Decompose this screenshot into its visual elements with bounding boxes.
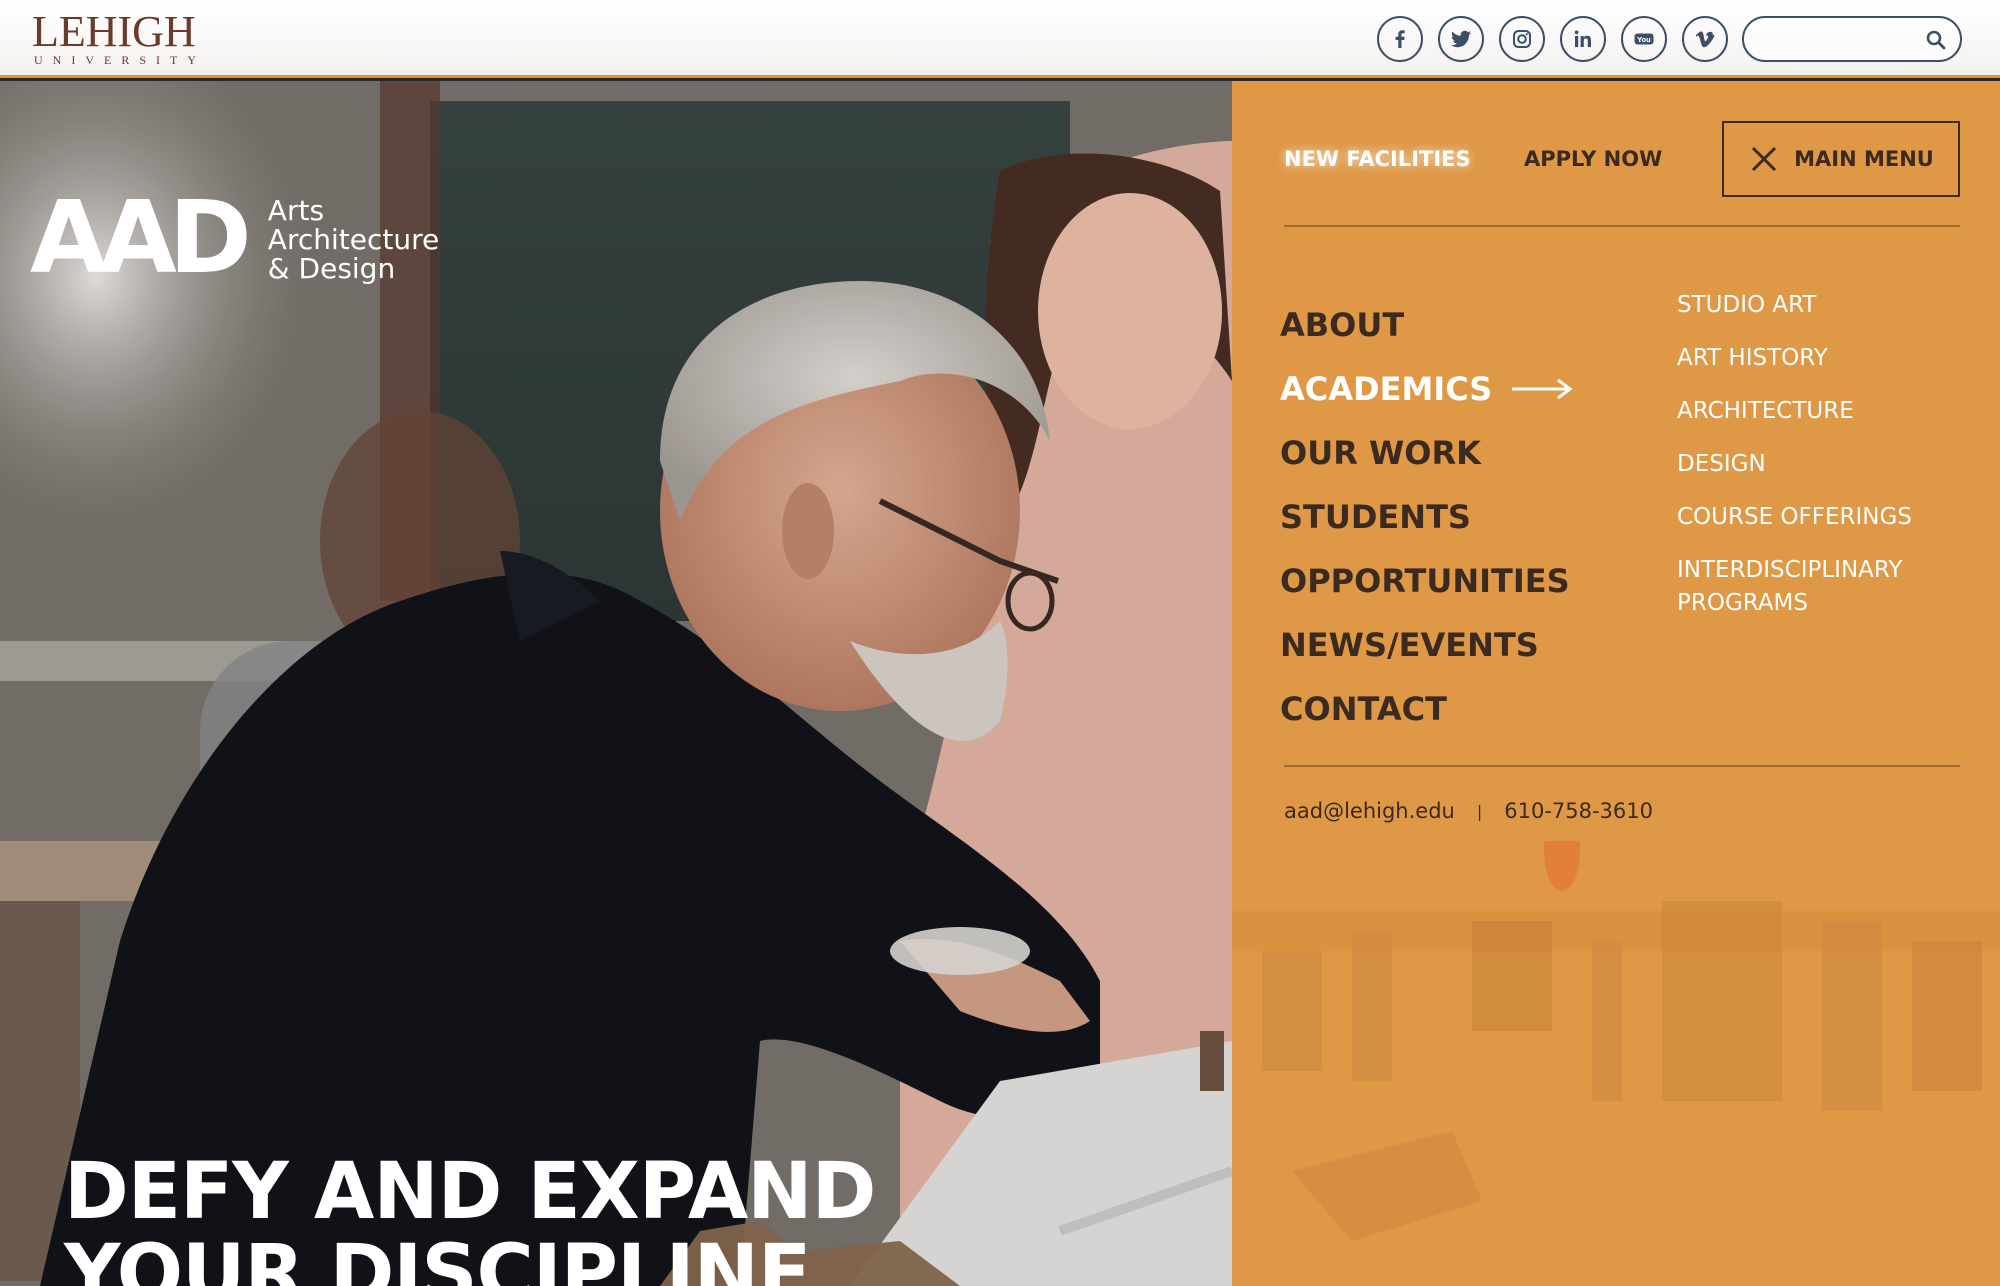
nav-item-news-events[interactable]: NEWS/EVENTS <box>1280 613 1574 677</box>
linkedin-icon[interactable] <box>1560 16 1606 62</box>
menu-divider-bottom <box>1284 765 1960 767</box>
hero-headline-line-2: YOUR DISCIPLINE <box>64 1229 811 1286</box>
vimeo-icon[interactable] <box>1682 16 1728 62</box>
youtube-icon[interactable]: You <box>1621 16 1667 62</box>
facebook-icon[interactable] <box>1377 16 1423 62</box>
hero-image: AAD Arts Architecture & Design DEFY AND … <box>0 81 1232 1286</box>
aad-logo-text: Arts Architecture & Design <box>268 196 439 283</box>
subnav-item-art-history[interactable]: ART HISTORY <box>1677 342 1977 375</box>
contact-phone-link[interactable]: 610-758-3610 <box>1504 799 1653 823</box>
primary-nav: ABOUT ACADEMICS OUR WORK STUDENTS OPPORT… <box>1280 293 1574 741</box>
svg-text:You: You <box>1636 36 1651 44</box>
contact-separator: | <box>1476 801 1483 821</box>
lehigh-university-logo[interactable]: LEHIGH UNIVERSITY <box>32 7 206 67</box>
nav-item-about[interactable]: ABOUT <box>1280 293 1574 357</box>
subnav-item-course-offerings[interactable]: COURSE OFFERINGS <box>1677 501 1977 534</box>
menu-divider-top <box>1284 225 1960 227</box>
hero-headline-line-1: DEFY AND EXPAND <box>64 1147 876 1237</box>
twitter-icon[interactable] <box>1438 16 1484 62</box>
contact-email-link[interactable]: aad@lehigh.edu <box>1284 799 1455 823</box>
academics-submenu: STUDIO ART ART HISTORY ARCHITECTURE DESI… <box>1677 289 1977 640</box>
search-input[interactable] <box>1760 26 1910 52</box>
aad-logo-line-arts: Arts <box>267 194 325 227</box>
subnav-item-interdisciplinary-programs[interactable]: INTERDISCIPLINARY PROGRAMS <box>1677 554 1977 620</box>
site-header: LEHIGH UNIVERSITY You <box>0 0 2000 78</box>
logo-subtitle: UNIVERSITY <box>34 53 206 67</box>
instagram-icon[interactable] <box>1499 16 1545 62</box>
close-icon <box>1752 146 1777 172</box>
main-menu-button[interactable]: MAIN MENU <box>1722 121 1960 197</box>
search-icon[interactable] <box>1924 28 1948 52</box>
nav-item-our-work[interactable]: OUR WORK <box>1280 421 1574 485</box>
nav-item-opportunities[interactable]: OPPORTUNITIES <box>1280 549 1574 613</box>
nav-item-students[interactable]: STUDENTS <box>1280 485 1574 549</box>
subnav-item-architecture[interactable]: ARCHITECTURE <box>1677 395 1977 428</box>
main-menu-label: MAIN MENU <box>1794 147 1934 171</box>
aad-logo[interactable]: AAD Arts Architecture & Design <box>30 179 439 296</box>
panel-background-texture <box>1232 841 2000 1241</box>
main-menu-panel: NEW FACILITIES APPLY NOW MAIN MENU ABOUT… <box>1232 81 2000 1286</box>
apply-now-link[interactable]: APPLY NOW <box>1524 147 1662 171</box>
hero-headline: DEFY AND EXPAND YOUR DISCIPLINE <box>64 1147 876 1286</box>
aad-logo-mark: AAD <box>30 179 252 296</box>
search-box <box>1742 16 1962 62</box>
social-links: You <box>1377 16 1728 62</box>
menu-top-row: NEW FACILITIES APPLY NOW MAIN MENU <box>1284 121 1960 197</box>
logo-word: LEHIGH <box>32 7 196 56</box>
arrow-right-icon <box>1512 378 1573 400</box>
aad-logo-line-architecture: Architecture <box>267 223 440 256</box>
aad-logo-line-design: & Design <box>267 252 396 285</box>
nav-item-academics[interactable]: ACADEMICS <box>1280 357 1574 421</box>
contact-info: aad@lehigh.edu | 610-758-3610 <box>1284 799 1653 823</box>
new-facilities-link[interactable]: NEW FACILITIES <box>1284 147 1471 171</box>
subnav-item-design[interactable]: DESIGN <box>1677 448 1977 481</box>
subnav-item-studio-art[interactable]: STUDIO ART <box>1677 289 1977 322</box>
nav-item-contact[interactable]: CONTACT <box>1280 677 1574 741</box>
